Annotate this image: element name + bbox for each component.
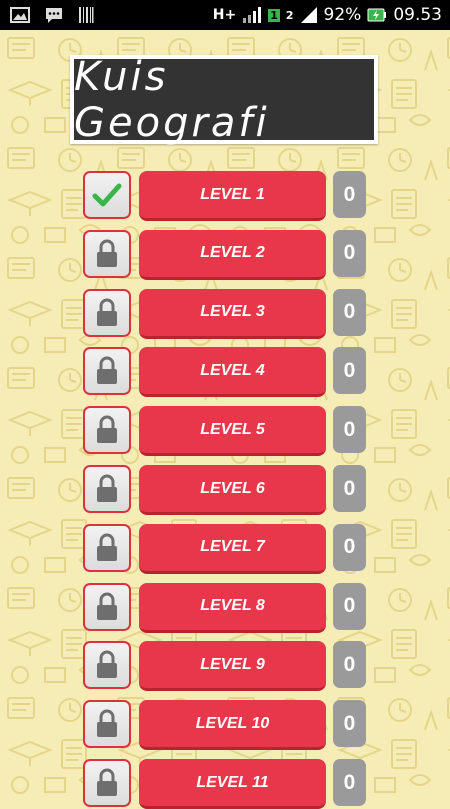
level-score: 0 [333,641,366,689]
level-button[interactable]: LEVEL 11 [139,759,326,809]
sim2-label: 2 [285,8,294,22]
level-score: 0 [333,171,366,218]
level-status-box [83,700,131,749]
barcode-icon [78,6,94,24]
status-bar: H+ 1 2 92% 09.53 [0,0,450,30]
level-score: 0 [333,700,366,748]
level-status-box [83,347,131,396]
level-status-box [83,465,131,513]
chalkboard: Kuis Geografi [74,54,374,146]
clock: 09.53 [393,5,442,25]
level-score: 0 [333,288,366,336]
lock-icon [97,533,117,561]
level-button[interactable]: LEVEL 8 [139,582,326,633]
level-button[interactable]: LEVEL 7 [139,523,326,574]
level-button[interactable]: LEVEL 3 [139,288,326,339]
lock-icon [97,415,117,444]
lock-icon [97,356,117,385]
level-row: LEVEL 40 [0,347,450,398]
level-score: 0 [333,229,366,277]
level-score: 0 [333,523,366,571]
level-row: LEVEL 30 [0,288,450,339]
level-button[interactable]: LEVEL 1 [139,171,326,221]
level-status-box [83,288,131,337]
level-button[interactable]: LEVEL 2 [139,229,326,280]
level-row: LEVEL 11 0 [0,759,450,809]
level-button[interactable]: LEVEL 6 [139,465,326,515]
signal-icon [242,6,262,24]
level-score: 0 [333,347,366,395]
level-score: 0 [333,406,366,454]
level-row: LEVEL 50 [0,406,450,457]
lock-icon [97,709,117,738]
signal-icon-2 [300,6,318,24]
level-status-box [83,171,131,219]
level-score: 0 [333,582,366,630]
lock-icon [97,650,117,679]
level-row: LEVEL 80 [0,582,450,633]
lock-icon [97,768,117,796]
level-row: LEVEL 60 [0,465,450,515]
level-score: 0 [333,465,366,512]
level-status-box [83,523,131,572]
sim1-label: 1 [268,8,280,22]
gallery-icon [10,7,30,23]
level-button[interactable]: LEVEL 9 [139,641,326,692]
lock-icon [97,592,117,620]
title-board: Kuis Geografi [70,54,378,146]
battery-percent: 92% [323,5,362,25]
level-status-box [83,406,131,455]
level-button[interactable]: LEVEL 5 [139,406,326,457]
network-type: H+ [212,7,237,23]
battery-charging-icon [367,6,387,24]
lock-icon [97,239,117,267]
level-button[interactable]: LEVEL 10 [139,700,326,751]
level-row: LEVEL 10 [0,171,450,221]
lock-icon [97,298,117,326]
level-status-box [83,582,131,631]
level-button[interactable]: LEVEL 4 [139,347,326,398]
chat-icon [44,6,64,24]
level-status-box [83,641,131,690]
level-row: LEVEL 90 [0,641,450,692]
page-title: Kuis Geografi [74,53,270,146]
level-row: LEVEL 20 [0,229,450,280]
level-row: LEVEL 10 0 [0,700,450,751]
level-row: LEVEL 70 [0,523,450,574]
lock-icon [97,474,117,502]
level-status-box [83,229,131,278]
level-score: 0 [333,759,366,806]
check-icon [92,183,122,207]
